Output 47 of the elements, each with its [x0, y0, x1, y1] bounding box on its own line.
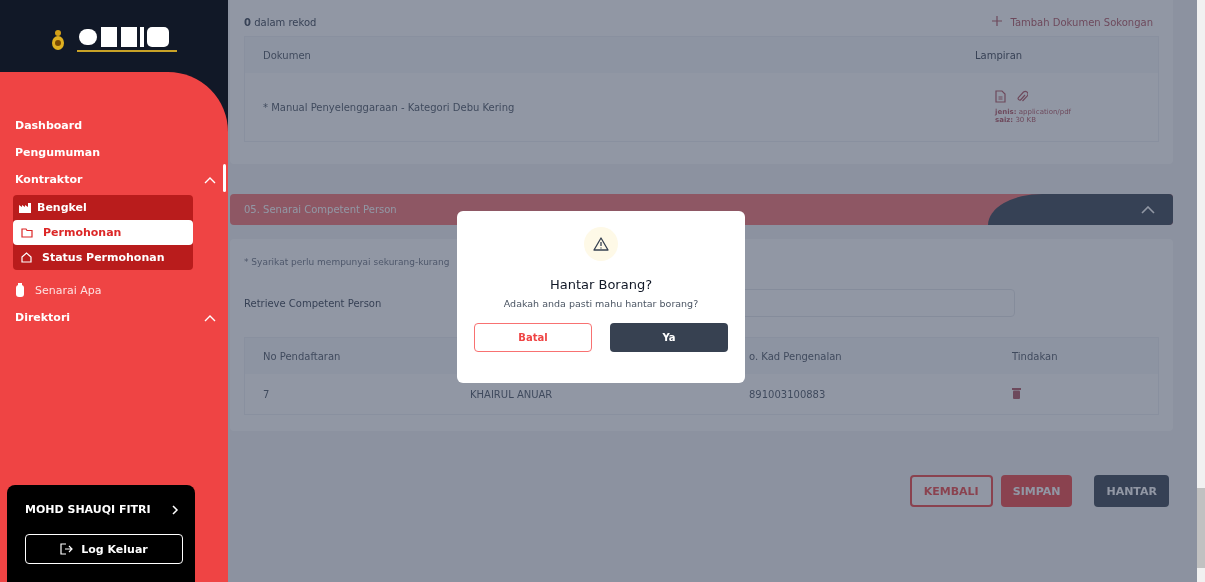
column-header: Dokumen — [263, 49, 312, 61]
field-label: Retrieve Competent Person — [244, 297, 382, 309]
chevron-up-icon[interactable] — [1141, 206, 1155, 214]
submenu-item[interactable]: Permohonan — [13, 220, 193, 245]
submenu-item[interactable]: Status Permohonan — [13, 245, 193, 270]
action-button[interactable]: KEMBALI — [909, 475, 993, 507]
logout-button[interactable]: Log Keluar — [25, 534, 183, 564]
logout-icon — [60, 543, 74, 555]
column-header: o. Kad Pengenalan — [749, 350, 843, 362]
add-document-link[interactable]: Tambah Dokumen Sokongan — [992, 16, 1153, 28]
action-button[interactable]: SIMPAN — [1000, 475, 1073, 507]
user-name[interactable]: MOHD SHAUQI FITRI — [25, 503, 151, 516]
nav-link[interactable]: Dashboard — [0, 112, 228, 139]
factory-icon — [19, 202, 31, 213]
scrollbar[interactable] — [1197, 0, 1205, 582]
submenu-title: Bengkel — [37, 201, 87, 214]
dialog-message: Adakah anda pasti mahu hantar borang? — [503, 298, 699, 309]
column-header: No Pendaftaran — [263, 350, 342, 362]
nav-label: Senarai Apa — [35, 283, 102, 297]
table-cell-text: 891003100883 — [749, 388, 827, 400]
warning-icon — [584, 227, 618, 261]
action-button[interactable]: HANTAR — [1094, 475, 1169, 507]
file-icon[interactable] — [995, 90, 1006, 105]
table-cell-text: * Manual Penyelenggaraan - Kategori Debu Kering — [263, 101, 516, 113]
section-title: 05. Senarai Competent Person — [244, 204, 397, 215]
nav-group-label[interactable]: Direktori — [15, 311, 71, 324]
trash-icon[interactable] — [1012, 387, 1021, 401]
plus-icon — [992, 16, 1003, 28]
nav-group-label[interactable]: Kontraktor — [15, 173, 83, 186]
note-text: * Syarikat perlu mempunyai sekurang-kurang — [244, 257, 451, 267]
column-header: Lampiran — [975, 49, 1024, 61]
cancel-button[interactable]: Batal — [474, 323, 592, 352]
chevron-right-icon[interactable] — [171, 504, 179, 515]
table-cell-text: 7 — [263, 388, 271, 400]
nav-link[interactable]: Pengumuman — [0, 139, 228, 166]
home-icon — [21, 252, 32, 263]
folder-icon — [21, 227, 33, 238]
crest-icon — [51, 29, 65, 51]
dialog-title: Hantar Borang? — [549, 277, 653, 292]
confirm-button[interactable]: Ya — [610, 323, 728, 352]
table-cell-text: KHAIRUL ANUAR — [470, 388, 554, 400]
chevron-up-icon[interactable] — [204, 313, 216, 322]
chevron-up-icon[interactable] — [204, 175, 216, 184]
column-header: Tindakan — [1012, 350, 1059, 362]
bottle-icon — [15, 283, 25, 297]
record-count: 0 dalam rekod — [244, 16, 317, 28]
nav-link[interactable]: Senarai Apa — [0, 276, 228, 304]
